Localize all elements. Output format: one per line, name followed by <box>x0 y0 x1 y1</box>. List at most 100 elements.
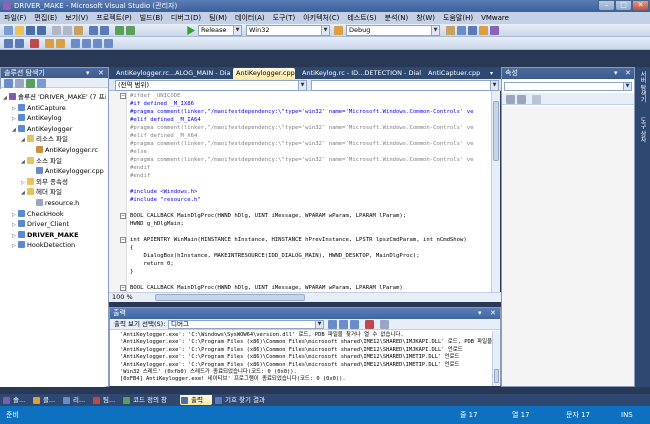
previous-message-icon[interactable] <box>339 320 348 329</box>
bottom-tab[interactable]: 코드 정의 창 <box>122 395 178 405</box>
show-all-files-icon[interactable] <box>15 79 24 88</box>
menu-item[interactable]: 프로젝트(P) <box>96 14 131 22</box>
rebuild-icon[interactable] <box>15 39 24 48</box>
editor-tab[interactable]: AntiCaptuer.cpp <box>425 68 489 79</box>
debug-combo[interactable]: Debug ▼ <box>346 25 440 36</box>
bottom-tab[interactable]: 기호 찾기 결과 <box>214 395 278 405</box>
minimize-button[interactable]: – <box>598 0 615 11</box>
menu-item[interactable]: 빌드(B) <box>140 14 163 22</box>
save-all-icon[interactable] <box>37 26 46 35</box>
properties-icon[interactable] <box>4 79 13 88</box>
menu-item[interactable]: 편집(E) <box>34 14 57 22</box>
menu-item[interactable]: 테스트(S) <box>347 14 376 22</box>
menu-item[interactable]: 데이터(A) <box>235 14 265 22</box>
solution-explorer-icon[interactable] <box>446 26 455 35</box>
object-browser-icon[interactable] <box>468 26 477 35</box>
pin-icon[interactable]: ▾ <box>478 308 482 319</box>
property-pages-icon[interactable] <box>532 95 541 104</box>
output-text[interactable]: 'AntiKeylogger.exe': 'C:\Windows\SysWOW6… <box>110 331 492 386</box>
clear-bookmarks-icon[interactable] <box>104 39 113 48</box>
copy-icon[interactable] <box>63 26 72 35</box>
menu-item[interactable]: 파일(F) <box>4 14 26 22</box>
editor-tab[interactable]: AntiKeylog.rc - ID...DETECTION - Dialog <box>299 68 421 79</box>
solution-platform-combo[interactable]: Win32 ▼ <box>246 25 330 36</box>
pin-icon[interactable]: ▾ <box>614 68 618 79</box>
tree-item[interactable]: ◢ 소스 파일 <box>21 156 62 166</box>
save-icon[interactable] <box>26 26 35 35</box>
close-icon[interactable]: ✕ <box>490 308 496 319</box>
close-button[interactable]: ✕ <box>632 0 649 11</box>
start-debugging-icon[interactable] <box>187 26 195 35</box>
cancel-build-icon[interactable] <box>30 39 39 48</box>
maximize-button[interactable]: □ <box>615 0 632 11</box>
output-scrollbar[interactable] <box>492 331 500 386</box>
fold-toggle-icon[interactable]: − <box>120 285 126 291</box>
editor-tab[interactable]: AntiKeylogger.rc...ALOG_MAIN - Dialog <box>113 68 231 79</box>
find-message-icon[interactable] <box>328 320 337 329</box>
tree-item[interactable]: ▷ AntiCapture <box>12 103 66 113</box>
auto-hide-tab[interactable]: 도구 상자 <box>638 117 647 143</box>
categorized-icon[interactable] <box>506 95 515 104</box>
menu-item[interactable]: 디버그(D) <box>171 14 201 22</box>
menu-item[interactable]: 분석(N) <box>385 14 409 22</box>
properties-window-icon[interactable] <box>457 26 466 35</box>
close-icon[interactable]: ✕ <box>625 68 631 79</box>
next-bookmark-icon[interactable] <box>82 39 91 48</box>
alphabetical-icon[interactable] <box>517 95 526 104</box>
view-class-diagram-icon[interactable] <box>37 79 46 88</box>
editor-vertical-scrollbar[interactable] <box>491 91 500 292</box>
editor-horizontal-scrollbar[interactable]: 100 % <box>109 292 501 302</box>
paste-icon[interactable] <box>74 26 83 35</box>
tree-item[interactable]: ▷ AntiKeylog <box>12 113 62 123</box>
tree-item[interactable]: AntiKeylogger.rc <box>30 145 98 155</box>
next-message-icon[interactable] <box>350 320 359 329</box>
new-project-icon[interactable] <box>4 26 13 35</box>
open-file-icon[interactable] <box>15 26 24 35</box>
output-source-combo[interactable]: 디버그 ▼ <box>168 320 324 329</box>
cut-icon[interactable] <box>52 26 61 35</box>
solution-config-combo[interactable]: Release ▼ <box>198 25 242 36</box>
editor-tab[interactable]: AntiKeylogger.cpp* <box>233 68 295 79</box>
code-editor[interactable]: #ifdef _UNICODE − #if defined _M_IX86 #prag… <box>109 91 491 292</box>
tree-item[interactable]: AntiKeylogger.cpp <box>30 166 104 176</box>
menu-item[interactable]: 도움말(H) <box>443 14 473 22</box>
menu-item[interactable]: 보기(V) <box>65 14 88 22</box>
tree-item[interactable]: ◢ 리소스 파일 <box>21 134 68 144</box>
bookmark-icon[interactable] <box>71 39 80 48</box>
bottom-tab[interactable]: 출력 <box>180 395 212 405</box>
menu-item[interactable]: 아키텍처(C) <box>303 14 339 22</box>
scrollbar-thumb[interactable] <box>493 101 499 161</box>
bottom-tab[interactable]: 클... <box>32 395 60 405</box>
comment-icon[interactable] <box>45 39 54 48</box>
bottom-tab[interactable]: 솔... <box>2 395 30 405</box>
zoom-level[interactable]: 100 % <box>112 293 133 302</box>
bottom-tab[interactable]: 리... <box>62 395 90 405</box>
tab-list-chevron-icon[interactable]: ▾ <box>490 68 493 79</box>
menu-item[interactable]: 창(W) <box>416 14 435 22</box>
tree-item[interactable]: ◢ 헤더 파일 <box>21 187 62 197</box>
scrollbar-thumb[interactable] <box>494 369 499 383</box>
object-selector[interactable]: ▼ <box>504 82 632 91</box>
uncomment-icon[interactable] <box>56 39 65 48</box>
refresh-icon[interactable] <box>26 79 35 88</box>
tree-item[interactable]: ◢ AntiKeylogger <box>12 124 72 134</box>
tree-item[interactable]: ▷ CheckHook <box>12 209 64 219</box>
tree-item[interactable]: ▷ 외부 종속성 <box>21 177 68 187</box>
navigate-forward-icon[interactable] <box>126 26 135 35</box>
find-icon[interactable] <box>334 26 343 35</box>
scope-combo[interactable]: (전역 범위) ▼ <box>115 80 307 91</box>
member-combo[interactable]: ▼ <box>311 80 499 91</box>
start-page-icon[interactable] <box>490 26 499 35</box>
tree-item[interactable]: ▷ HookDetection <box>12 240 75 250</box>
tree-item[interactable]: ◢ 솔루션 'DRIVER_MAKE' (7 프로 <box>3 92 106 102</box>
word-wrap-icon[interactable] <box>380 320 389 329</box>
clear-all-icon[interactable] <box>365 320 374 329</box>
build-icon[interactable] <box>4 39 13 48</box>
previous-bookmark-icon[interactable] <box>93 39 102 48</box>
fold-toggle-icon[interactable]: − <box>120 237 126 243</box>
undo-icon[interactable] <box>89 26 98 35</box>
fold-toggle-icon[interactable]: − <box>120 93 126 99</box>
menu-item[interactable]: VMware <box>481 14 509 22</box>
auto-hide-tab[interactable]: 서버 탐색기 <box>638 71 647 103</box>
redo-icon[interactable] <box>100 26 109 35</box>
